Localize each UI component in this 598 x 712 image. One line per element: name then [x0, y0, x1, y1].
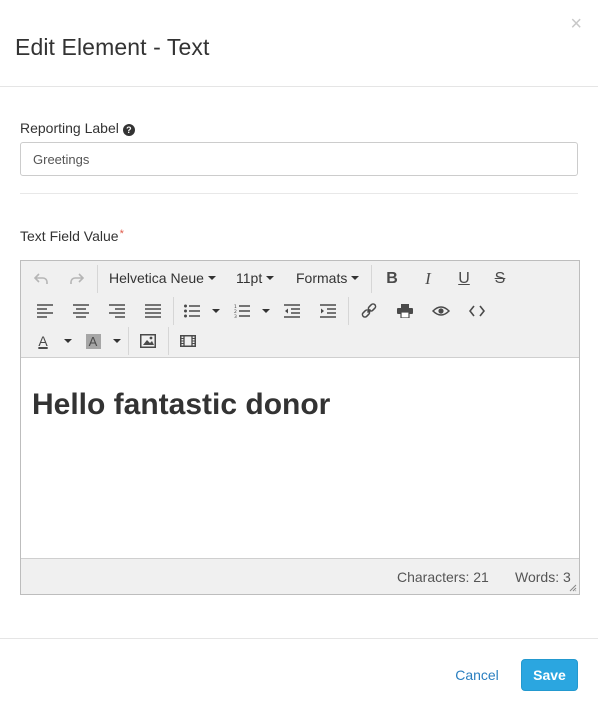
modal-title: Edit Element - Text [15, 34, 210, 60]
bullet-list-dropdown[interactable] [207, 299, 221, 323]
bold-icon[interactable]: B [380, 267, 404, 291]
editor-statusbar: Characters: 21 Words: 3 [21, 558, 579, 594]
source-code-icon[interactable] [465, 299, 489, 323]
modal-footer-divider [0, 638, 598, 639]
preview-icon[interactable] [429, 299, 453, 323]
strikethrough-icon[interactable]: S [488, 267, 512, 291]
text-color-icon[interactable]: A [31, 329, 55, 353]
print-icon[interactable] [393, 299, 417, 323]
section-divider [20, 193, 578, 194]
toolbar-separator [173, 297, 174, 325]
cancel-button[interactable]: Cancel [443, 659, 511, 691]
indent-icon[interactable] [316, 299, 340, 323]
edit-element-modal: Edit Element - Text × Reporting Label? T… [0, 0, 598, 712]
rich-text-editor: Helvetica Neue 11pt Formats B I U S 1 2 … [20, 260, 580, 595]
chevron-down-icon [207, 276, 216, 280]
chevron-down-icon [212, 309, 220, 313]
align-center-icon[interactable] [69, 299, 93, 323]
chevron-down-icon [262, 309, 270, 313]
reporting-label-field-label: Reporting Label? [20, 120, 135, 136]
background-color-dropdown[interactable] [108, 329, 122, 353]
font-size-dropdown[interactable]: 11pt [236, 270, 275, 286]
text-field-value-text: Text Field Value [20, 228, 119, 244]
toolbar-separator [371, 265, 372, 293]
font-size-value: 11pt [236, 270, 263, 286]
toolbar-separator [128, 327, 129, 355]
formats-dropdown[interactable]: Formats [296, 270, 360, 286]
bullet-list-icon[interactable] [181, 299, 203, 323]
numbered-list-icon[interactable]: 123 [231, 299, 253, 323]
character-count: Characters: 21 [397, 569, 489, 585]
required-marker: * [119, 228, 124, 240]
modal-header: Edit Element - Text × [0, 0, 598, 87]
reporting-label-text: Reporting Label [20, 120, 119, 136]
font-family-dropdown[interactable]: Helvetica Neue [109, 270, 216, 286]
formats-label: Formats [296, 270, 348, 286]
word-count: Words: 3 [515, 569, 571, 585]
align-justify-icon[interactable] [141, 299, 165, 323]
background-color-glyph: A [85, 333, 101, 349]
font-family-value: Helvetica Neue [109, 270, 204, 286]
image-icon[interactable] [136, 329, 160, 353]
text-color-dropdown[interactable] [59, 329, 73, 353]
question-circle-icon[interactable]: ? [122, 124, 135, 136]
text-field-value-label: Text Field Value* [20, 228, 124, 244]
toolbar-separator [348, 297, 349, 325]
outdent-icon[interactable] [280, 299, 304, 323]
toolbar-separator [97, 265, 98, 293]
text-color-glyph: A [38, 333, 48, 349]
svg-text:3: 3 [234, 314, 237, 318]
chevron-down-icon [113, 339, 121, 343]
chevron-down-icon [64, 339, 72, 343]
resize-handle-icon[interactable] [569, 584, 577, 592]
reporting-label-input[interactable] [20, 142, 578, 176]
link-icon[interactable] [357, 299, 381, 323]
numbered-list-dropdown[interactable] [257, 299, 271, 323]
underline-icon[interactable]: U [452, 267, 476, 291]
editor-toolbar: Helvetica Neue 11pt Formats B I U S 1 2 … [21, 261, 579, 358]
close-icon[interactable]: × [570, 14, 582, 34]
editor-content-area[interactable]: Hello fantastic donor [21, 358, 579, 558]
italic-icon[interactable]: I [416, 267, 440, 291]
align-left-icon[interactable] [33, 299, 57, 323]
background-color-icon[interactable]: A [81, 329, 105, 353]
editor-content-text[interactable]: Hello fantastic donor [32, 388, 330, 422]
chevron-down-icon [351, 276, 360, 280]
undo-icon[interactable] [29, 267, 53, 291]
redo-icon[interactable] [65, 267, 89, 291]
chevron-down-icon [266, 276, 275, 280]
save-button[interactable]: Save [521, 659, 578, 691]
align-right-icon[interactable] [105, 299, 129, 323]
media-icon[interactable] [176, 329, 200, 353]
toolbar-separator [168, 327, 169, 355]
